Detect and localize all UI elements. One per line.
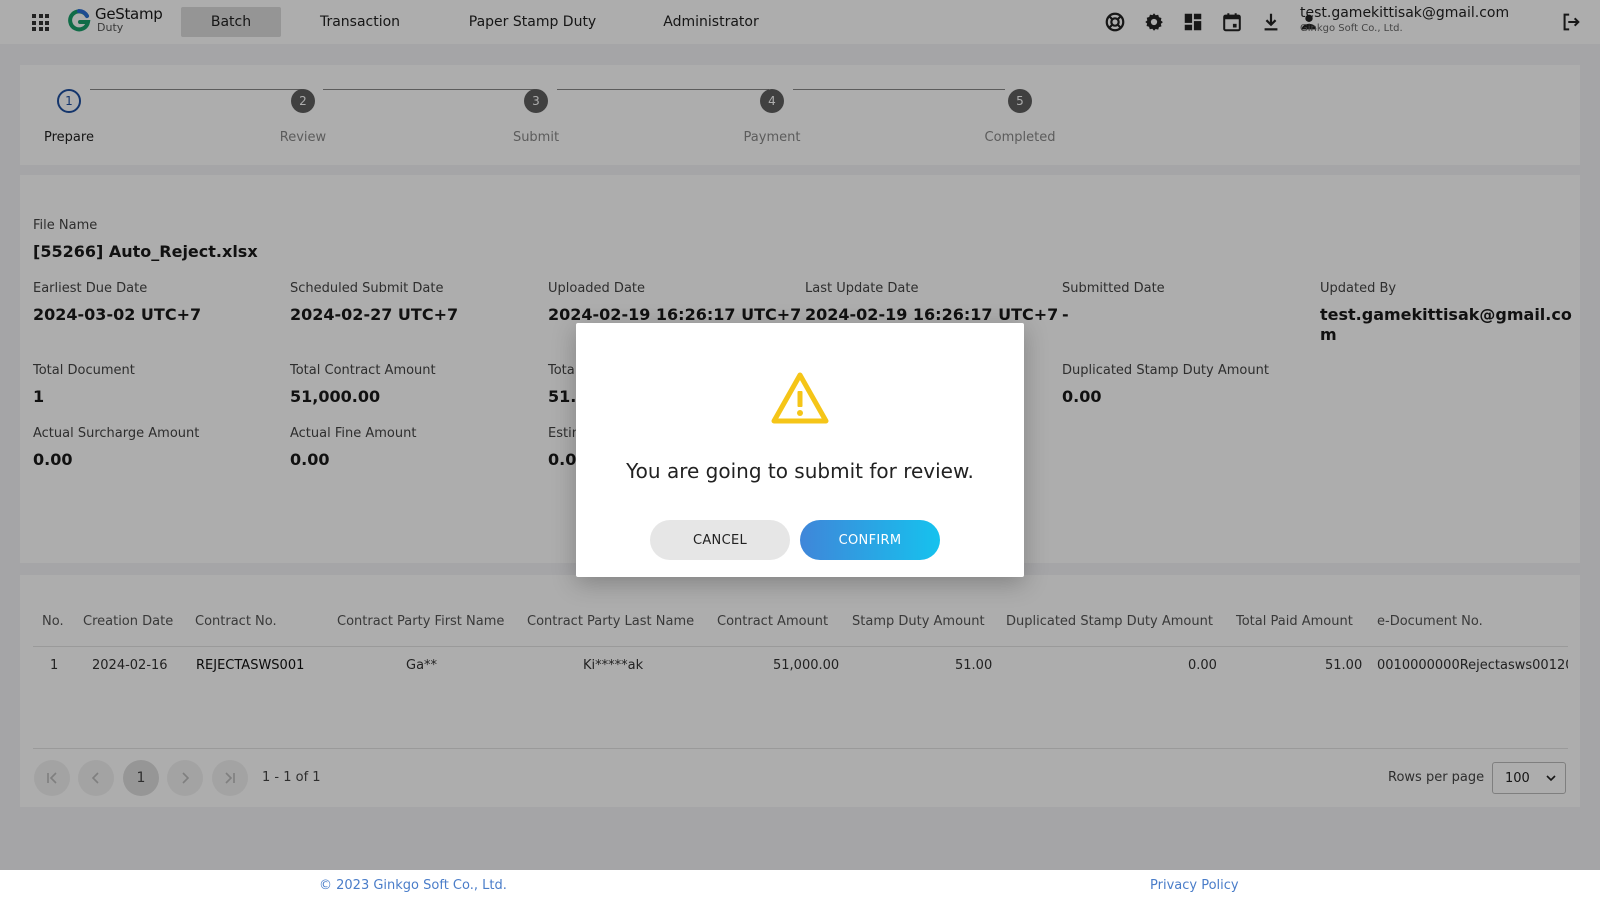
confirm-submit-dialog: You are going to submit for review. CANC… (576, 323, 1024, 577)
warning-icon (771, 372, 829, 424)
footer-copyright: © 2023 Ginkgo Soft Co., Ltd. (319, 878, 507, 893)
cancel-button[interactable]: CANCEL (650, 520, 790, 560)
dialog-message: You are going to submit for review. (626, 459, 974, 483)
privacy-policy-link[interactable]: Privacy Policy (1150, 878, 1239, 893)
confirm-button[interactable]: CONFIRM (800, 520, 940, 560)
page-footer (0, 870, 1600, 902)
